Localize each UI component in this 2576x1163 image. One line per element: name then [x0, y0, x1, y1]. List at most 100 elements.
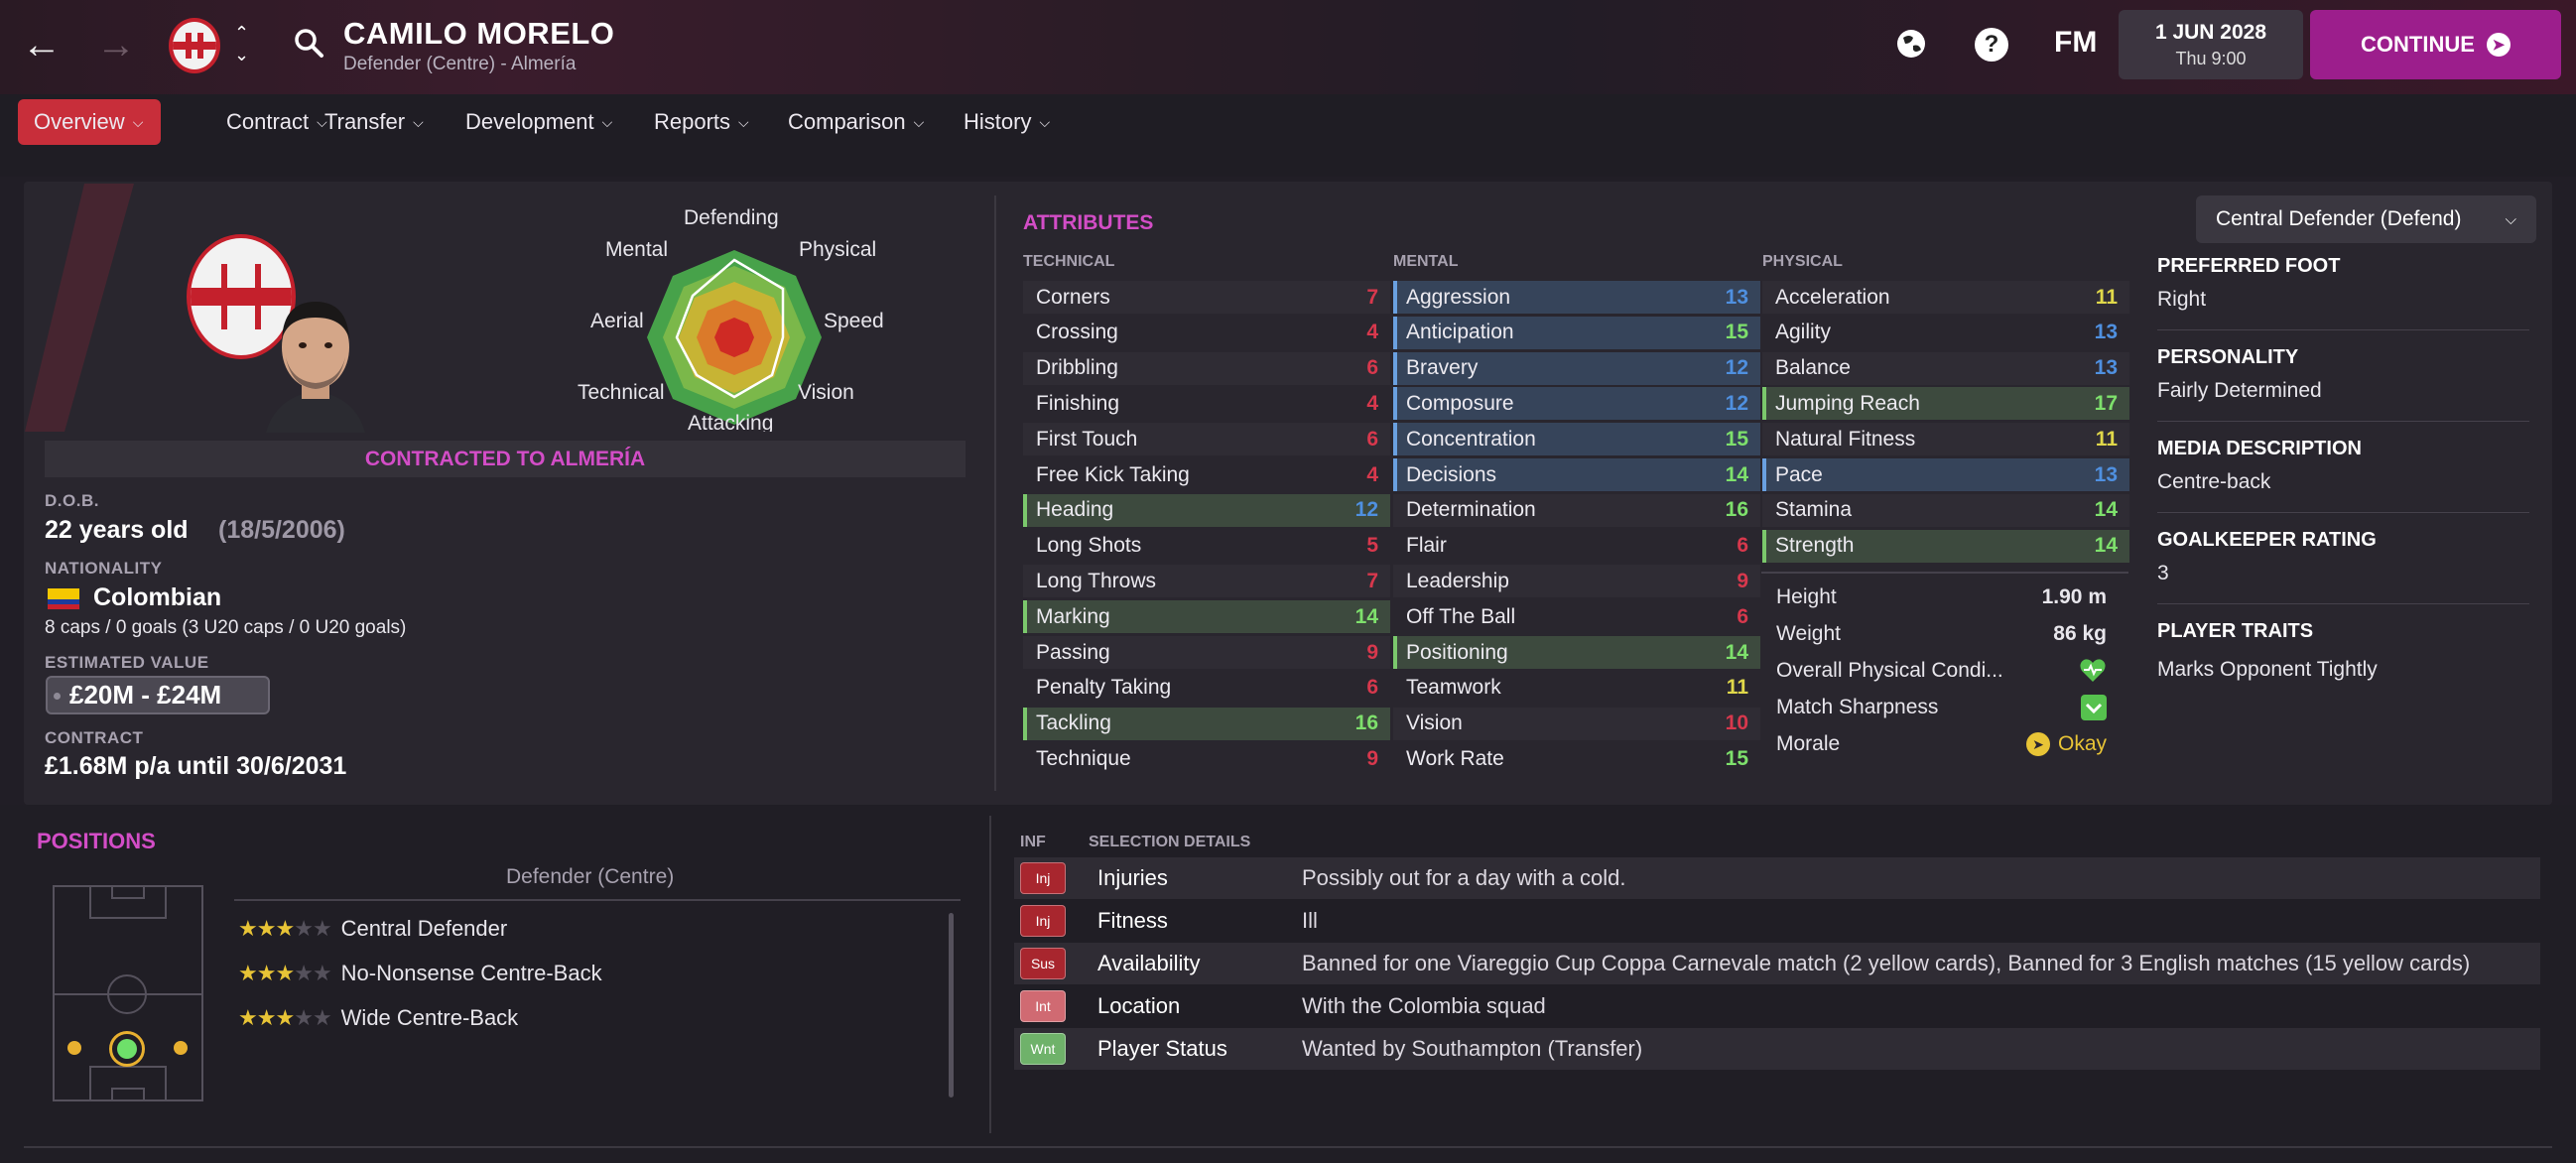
attribute-name: Aggression: [1406, 285, 1511, 309]
estimated-value-badge: £20M - £24M: [46, 676, 270, 714]
attribute-row[interactable]: Free Kick Taking 4: [1023, 458, 1390, 491]
status-badge: Wnt: [1020, 1033, 1066, 1065]
attribute-name: Bravery: [1406, 356, 1479, 380]
attribute-row[interactable]: Concentration 15: [1393, 423, 1760, 456]
attribute-row[interactable]: Flair 6: [1393, 530, 1760, 563]
attribute-row[interactable]: Anticipation 15: [1393, 316, 1760, 349]
position-role-row[interactable]: ★★★★★ Central Defender: [238, 910, 507, 948]
selection-row[interactable]: Inj Fitness Ill: [1014, 900, 2540, 942]
date-display[interactable]: 1 JUN 2028 Thu 9:00: [2119, 10, 2303, 79]
attribute-name: Pace: [1775, 462, 1823, 486]
attribute-name: Free Kick Taking: [1036, 462, 1190, 486]
attribute-row[interactable]: Stamina 14: [1762, 493, 2129, 527]
position-pitch: [53, 885, 203, 1101]
attribute-name: Jumping Reach: [1775, 391, 1920, 415]
tab-label: Development: [465, 109, 594, 134]
technical-header: TECHNICAL: [1023, 253, 1115, 270]
star-icon: ★: [275, 916, 295, 941]
club-crest-icon[interactable]: [169, 18, 220, 73]
attribute-row[interactable]: Long Shots 5: [1023, 530, 1390, 563]
fm-menu-button[interactable]: FM: [2054, 26, 2097, 60]
attribute-row[interactable]: Corners 7: [1023, 281, 1390, 314]
attribute-row[interactable]: Long Throws 7: [1023, 565, 1390, 598]
position-role-row[interactable]: ★★★★★ No-Nonsense Centre-Back: [238, 955, 602, 992]
attribute-name: Long Throws: [1036, 569, 1157, 592]
attribute-row[interactable]: Penalty Taking 6: [1023, 672, 1390, 705]
attribute-row[interactable]: Passing 9: [1023, 636, 1390, 669]
attribute-row[interactable]: Finishing 4: [1023, 387, 1390, 420]
attribute-row[interactable]: Agility 13: [1762, 317, 2129, 349]
attribute-row[interactable]: Crossing 4: [1023, 317, 1390, 349]
attribute-row[interactable]: Leadership 9: [1393, 565, 1760, 598]
attribute-row[interactable]: Heading 12: [1023, 493, 1390, 527]
selection-detail: Ill: [1302, 908, 1318, 933]
position-dot-dc: [117, 1039, 137, 1059]
player-nationality[interactable]: Colombian: [93, 583, 221, 612]
attribute-radar-chart: [647, 250, 822, 425]
media-description-label: MEDIA DESCRIPTION: [2157, 438, 2362, 459]
attribute-row[interactable]: First Touch 6: [1023, 423, 1390, 456]
attribute-name: Acceleration: [1775, 285, 1890, 309]
attribute-row[interactable]: Dribbling 6: [1023, 351, 1390, 385]
condition-row: Overall Physical Condi...: [1761, 653, 2119, 689]
tab-overview[interactable]: Overview ⌵: [18, 99, 161, 145]
player-traits-value[interactable]: Marks Opponent Tightly: [2157, 658, 2378, 682]
attribute-name: Crossing: [1036, 321, 1118, 344]
tab-reports[interactable]: Reports ⌵: [638, 99, 765, 145]
selection-row[interactable]: Inj Injuries Possibly out for a day with a…: [1014, 857, 2540, 899]
colombia-flag-icon: [48, 588, 79, 609]
attribute-row[interactable]: Work Rate 15: [1393, 742, 1760, 775]
selection-category: Availability: [1097, 951, 1201, 975]
chevron-down-icon: ⌵: [1039, 113, 1051, 130]
attribute-row[interactable]: Marking 14: [1023, 600, 1390, 634]
weight-value: 86 kg: [2053, 622, 2107, 645]
attribute-row[interactable]: Acceleration 11: [1762, 281, 2129, 314]
attribute-row[interactable]: Balance 13: [1762, 351, 2129, 385]
roles-scrollbar[interactable]: [949, 913, 954, 1098]
current-date: 1 JUN 2028: [2154, 21, 2267, 44]
continue-button[interactable]: CONTINUE ➤: [2310, 10, 2561, 79]
position-role-row[interactable]: ★★★★★ Wide Centre-Back: [238, 999, 518, 1037]
world-icon[interactable]: [1895, 28, 1927, 65]
tab-development[interactable]: Development ⌵: [450, 99, 628, 145]
tab-history[interactable]: History ⌵: [948, 99, 1066, 145]
player-switch-icon[interactable]: ⌃ ⌄: [234, 22, 249, 65]
attribute-value: 13: [2094, 321, 2118, 344]
help-icon[interactable]: ?: [1975, 28, 2008, 62]
attribute-row[interactable]: Natural Fitness 11: [1762, 423, 2129, 456]
selection-row[interactable]: Int Location With the Colombia squad: [1014, 985, 2540, 1027]
height-value: 1.90 m: [2041, 585, 2107, 608]
search-icon[interactable]: [294, 28, 325, 65]
attribute-row[interactable]: Aggression 13: [1393, 281, 1760, 314]
attribute-row[interactable]: Bravery 12: [1393, 351, 1760, 385]
selection-row[interactable]: Wnt Player Status Wanted by Southampton (T…: [1014, 1028, 2540, 1070]
attribute-value: 16: [1725, 498, 1748, 522]
attribute-row[interactable]: Pace 13: [1762, 458, 2129, 491]
attribute-row[interactable]: Teamwork 11: [1393, 672, 1760, 705]
attribute-row[interactable]: Determination 16: [1393, 493, 1760, 527]
attribute-name: Marking: [1036, 604, 1110, 628]
selection-category: Injuries: [1097, 865, 1168, 890]
attribute-row[interactable]: Decisions 14: [1393, 458, 1760, 491]
forward-arrow-icon[interactable]: →: [91, 20, 141, 69]
tab-comparison[interactable]: Comparison ⌵: [772, 99, 940, 145]
selection-row[interactable]: Sus Availability Banned for one Viareggio …: [1014, 943, 2540, 984]
player-position-club[interactable]: Defender (Centre) - Almería: [343, 54, 576, 75]
radar-label-vision: Vision: [798, 381, 854, 404]
back-arrow-icon[interactable]: ←: [17, 20, 66, 69]
attribute-value: 9: [1366, 746, 1378, 770]
attribute-name: Determination: [1406, 498, 1536, 522]
attribute-row[interactable]: Positioning 14: [1393, 636, 1760, 669]
tab-transfer[interactable]: Transfer ⌵: [309, 99, 440, 145]
role-name: No-Nonsense Centre-Back: [340, 961, 602, 985]
attribute-row[interactable]: Strength 14: [1762, 529, 2129, 563]
attribute-row[interactable]: Composure 12: [1393, 387, 1760, 421]
attribute-row[interactable]: Tackling 16: [1023, 707, 1390, 740]
attribute-row[interactable]: Jumping Reach 17: [1762, 387, 2129, 421]
attribute-row[interactable]: Vision 10: [1393, 707, 1760, 740]
chevron-down-icon: ⌵: [738, 113, 749, 130]
attribute-row[interactable]: Technique 9: [1023, 742, 1390, 775]
role-select[interactable]: Central Defender (Defend) ⌵: [2196, 195, 2536, 243]
selection-detail: Wanted by Southampton (Transfer): [1302, 1036, 1643, 1061]
attribute-row[interactable]: Off The Ball 6: [1393, 600, 1760, 633]
